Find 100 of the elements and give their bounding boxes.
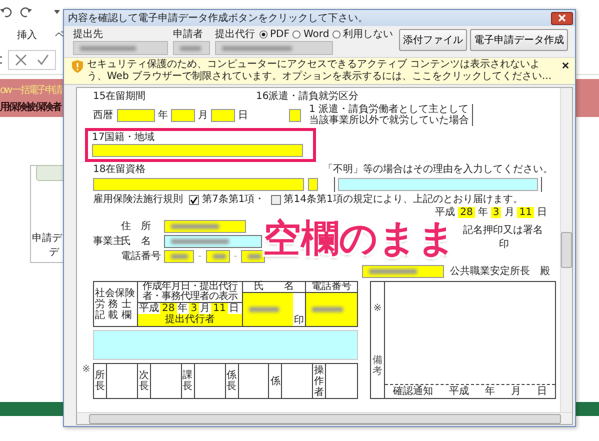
role-label: 提出代行者 — [138, 314, 242, 326]
dispatch-field[interactable] — [289, 108, 301, 122]
side-label: 記 載 欄 — [95, 310, 132, 320]
card-text: デ — [49, 246, 59, 259]
field-label: 西暦 — [93, 110, 114, 120]
checkbox[interactable] — [189, 194, 199, 204]
dialog-button[interactable]: 添付ファイル — [399, 29, 467, 51]
approval-label: 係 — [269, 364, 282, 398]
date-value: 3 — [490, 207, 502, 218]
phone-separator: - — [197, 251, 203, 262]
format-radio[interactable]: 利用しない — [332, 27, 394, 41]
date-value: 3 — [188, 303, 200, 314]
date-label: 年 — [476, 207, 489, 218]
phone-separator: - — [232, 251, 238, 262]
phone-field[interactable] — [164, 250, 194, 263]
nationality-field[interactable] — [92, 144, 303, 157]
field-label: 氏 名 — [121, 236, 152, 247]
approval-label: 次長 — [138, 364, 151, 398]
reason-field[interactable] — [338, 178, 538, 191]
format-radio[interactable]: Word — [292, 27, 330, 41]
check-icon[interactable] — [37, 54, 49, 66]
year-field[interactable] — [117, 108, 155, 122]
confirm-label: 日 — [537, 386, 547, 397]
ribbon-tab[interactable]: 挿入 — [17, 28, 37, 42]
checkbox[interactable] — [270, 194, 281, 204]
checkbox-label: 第7条第1項・ — [202, 194, 266, 205]
field-label: 月 — [197, 110, 209, 120]
field-label: 18在留資格 — [93, 164, 147, 175]
close-button[interactable] — [551, 12, 573, 24]
dialog-button[interactable]: 電子申請データ作成 — [470, 29, 568, 51]
seal-label: 印 — [293, 315, 305, 326]
close-icon[interactable] — [562, 62, 569, 69]
address-field[interactable] — [164, 220, 246, 233]
date-label: 日 — [228, 303, 240, 314]
field-label: 雇用保険法施行規則 — [93, 194, 184, 205]
employer-name-field[interactable] — [164, 235, 262, 248]
approval-label: 課長 — [182, 364, 195, 398]
month-field[interactable] — [171, 108, 195, 122]
office-label: 公共職業安定所長 殿 — [449, 266, 550, 277]
seal-label: 印 — [498, 239, 510, 250]
banner-title: 用保険被保険者 — [0, 100, 61, 114]
field-label: 電話番号 — [121, 251, 162, 262]
date-label: 年 — [178, 303, 189, 314]
vertical-scrollbar[interactable] — [560, 88, 572, 412]
radio-icon — [259, 30, 268, 38]
agent-field[interactable] — [215, 41, 333, 55]
date-value: 28 — [458, 207, 475, 218]
field-label: 住 所 — [121, 221, 152, 232]
office-use-mark: ※ — [82, 364, 90, 375]
date-label: 月 — [503, 207, 516, 218]
undo-icon[interactable] — [0, 6, 12, 18]
checkbox-label: 第14条第1項の規定により、上記のとおり届けます。 — [284, 194, 524, 205]
field-label: 提出先 — [73, 28, 104, 41]
field-label: 17国籍・地域 — [92, 132, 156, 143]
day-field[interactable] — [211, 108, 235, 122]
field-label: 提出代行 — [215, 28, 256, 41]
date-label: 日 — [536, 207, 548, 218]
confirm-label: 月 — [511, 386, 521, 397]
side-label: 労 務 士 — [95, 298, 132, 310]
info-text: セキュリティ保護のため、コンピューターにアクセスできるアクティブ コンテンツは表示されないよう、Web ブラウザーで制限されています。オプションを表示するには、ここをクリックしてください... — [87, 59, 553, 83]
redo-icon[interactable] — [20, 6, 32, 18]
radio-icon — [332, 30, 342, 38]
confirm-label: 年 — [485, 386, 495, 397]
radio-icon — [292, 30, 302, 38]
field-label: 年 — [157, 110, 169, 120]
date-value: 28 — [160, 303, 177, 314]
info-bar[interactable]: セキュリティ保護のため、コンピューターにアクセスできるアクティブ コンテンツは表示されないよう、Web ブラウザーで制限されています。オプションを表示するには、ここをクリックしてください... — [64, 57, 575, 85]
approval-label: 操作者 — [313, 364, 326, 398]
phone-field[interactable] — [206, 250, 230, 263]
signature-label: 記名押印又は署名 — [463, 225, 543, 236]
agent-phone-field[interactable] — [306, 293, 357, 326]
phone-field[interactable] — [241, 250, 266, 263]
confirm-label: 確認通知 — [393, 386, 433, 397]
destination-field[interactable] — [73, 41, 168, 55]
agent-name-field[interactable] — [243, 293, 293, 326]
office-field[interactable] — [362, 265, 444, 278]
annotation-text: 空欄のまま — [263, 216, 456, 260]
field-label: 申請者 — [173, 28, 204, 41]
format-radio[interactable]: PDF — [259, 27, 290, 41]
card-text: 申請デ — [32, 232, 62, 245]
bracket-note: 1 派遣・請負労働者として主として 当該事業所以外で就労していた場合 — [309, 104, 473, 126]
banner-subtitle: ow 一括電子申請 — [0, 84, 62, 96]
date-label: 平成 — [434, 207, 456, 218]
cancel-icon[interactable] — [15, 54, 27, 66]
field-label: 15在留期間 — [93, 91, 147, 102]
field-label: 16派遣・請負就労区分 — [256, 91, 359, 102]
horizontal-scrollbar[interactable] — [77, 412, 572, 424]
confirm-label: 平成 — [449, 386, 469, 397]
date-label: 平成 — [138, 303, 160, 314]
notes-field[interactable] — [93, 330, 358, 360]
side-label: 社会保険 — [95, 288, 136, 298]
hint-text: 「不明」等の場合はその理由を入力してください。 — [323, 164, 553, 175]
date-label: 月 — [199, 303, 210, 314]
applicant-field[interactable] — [173, 41, 210, 55]
status-field[interactable] — [93, 178, 304, 191]
remarks-label: 備考 — [372, 355, 382, 378]
window-title: 内容を確認して電子申請データ作成ボタンをクリックして下さい。 — [68, 12, 368, 25]
caret-icon[interactable] — [54, 10, 60, 14]
approval-label: 所長 — [94, 364, 107, 398]
status-code-field[interactable] — [308, 178, 318, 191]
